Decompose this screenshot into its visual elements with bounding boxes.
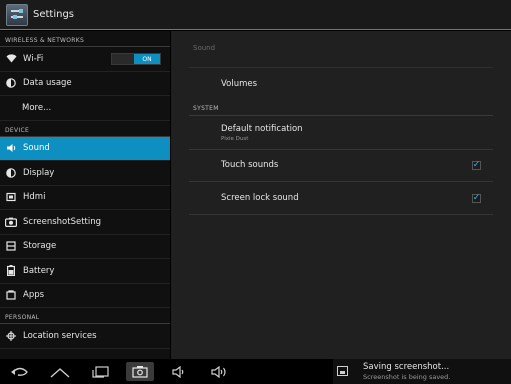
camera-icon xyxy=(5,216,17,228)
settings-headers-list: WIRELESS & NETWORKS Wi-Fi ON Data usage … xyxy=(0,31,170,359)
sidebar-item-wifi[interactable]: Wi-Fi ON xyxy=(0,47,170,72)
header-personal: PERSONAL xyxy=(0,308,170,324)
sidebar-item-label: Data usage xyxy=(23,78,72,89)
location-icon xyxy=(5,330,17,342)
pref-title: Screen lock sound xyxy=(221,193,299,203)
wifi-icon xyxy=(5,53,17,65)
notification-text: Screenshot is being saved. xyxy=(363,373,451,381)
sidebar-item-more[interactable]: More... xyxy=(0,96,170,121)
volume-down-button[interactable] xyxy=(166,362,194,381)
pane-title: Sound xyxy=(193,44,216,52)
sidebar-item-label: Display xyxy=(23,167,55,178)
settings-icon[interactable] xyxy=(6,3,28,26)
header-wireless-networks: WIRELESS & NETWORKS xyxy=(0,31,170,47)
sidebar-item-label: Battery xyxy=(23,265,55,276)
speaker-icon xyxy=(5,142,17,154)
sidebar-item-screenshot-setting[interactable]: ScreenshotSetting xyxy=(0,210,170,235)
storage-icon xyxy=(5,240,17,252)
action-bar: Settings xyxy=(0,0,511,30)
recent-apps-icon xyxy=(92,365,109,378)
sidebar-item-storage[interactable]: Storage xyxy=(0,235,170,259)
sidebar-item-label: Location services xyxy=(23,330,97,341)
screenshot-icon xyxy=(132,365,148,378)
wifi-toggle-state: ON xyxy=(134,54,160,64)
battery-icon xyxy=(5,265,17,277)
header-system: SYSTEM xyxy=(193,105,219,112)
pref-volumes[interactable]: Volumes xyxy=(189,68,493,102)
screenshot-button[interactable] xyxy=(126,362,154,381)
data-usage-icon xyxy=(5,77,17,89)
sound-settings-pane: Sound Volumes SYSTEM Default notificatio… xyxy=(171,31,511,359)
sidebar-item-label: More... xyxy=(22,102,52,113)
sidebar-item-label: Wi-Fi xyxy=(23,53,44,64)
sidebar-item-apps[interactable]: Apps xyxy=(0,284,170,308)
home-icon xyxy=(50,367,70,378)
pref-title: Touch sounds xyxy=(221,160,279,170)
header-device: DEVICE xyxy=(0,121,170,137)
recent-apps-button[interactable] xyxy=(86,362,114,381)
volume-down-icon xyxy=(172,365,184,378)
sidebar-item-data-usage[interactable]: Data usage xyxy=(0,72,170,96)
sidebar-item-label: Apps xyxy=(23,290,45,301)
back-button[interactable] xyxy=(6,362,34,381)
pref-title: Default notification xyxy=(221,124,303,134)
sidebar-item-label: Storage xyxy=(23,241,57,252)
screen-lock-sound-checkbox[interactable]: ✓ xyxy=(472,194,481,203)
sidebar-item-location[interactable]: Location services xyxy=(0,324,170,349)
apps-icon xyxy=(5,289,17,301)
notification-area[interactable]: Saving screenshot... Screenshot is being… xyxy=(333,359,511,384)
home-button[interactable] xyxy=(46,362,74,381)
hdmi-icon xyxy=(5,191,17,203)
sidebar-item-label: Hdmi xyxy=(23,192,46,203)
sidebar-item-hdmi[interactable]: Hdmi xyxy=(0,186,170,210)
sidebar-item-display[interactable]: Display xyxy=(0,161,170,186)
wifi-toggle[interactable]: ON xyxy=(111,53,161,65)
pref-touch-sounds[interactable]: Touch sounds ✓ xyxy=(189,150,493,182)
back-icon xyxy=(11,367,28,376)
pref-summary: Pixie Dust xyxy=(221,136,249,142)
sidebar-item-label: Sound xyxy=(23,143,50,154)
system-navigation-bar: Saving screenshot... Screenshot is being… xyxy=(0,359,511,384)
pref-default-notification[interactable]: Default notification Pixie Dust xyxy=(189,116,493,150)
touch-sounds-checkbox[interactable]: ✓ xyxy=(472,161,481,170)
sidebar-item-battery[interactable]: Battery xyxy=(0,259,170,284)
pref-title: Volumes xyxy=(221,79,258,89)
sidebar-item-sound[interactable]: Sound xyxy=(0,136,170,161)
image-icon xyxy=(337,366,348,376)
app-title: Settings xyxy=(33,9,75,20)
volume-up-icon xyxy=(211,365,226,378)
sidebar-item-label: ScreenshotSetting xyxy=(23,216,102,227)
display-brightness-icon xyxy=(5,167,17,179)
volume-up-button[interactable] xyxy=(206,362,234,381)
notification-title: Saving screenshot... xyxy=(363,362,450,372)
pref-screen-lock-sound[interactable]: Screen lock sound ✓ xyxy=(189,182,493,215)
